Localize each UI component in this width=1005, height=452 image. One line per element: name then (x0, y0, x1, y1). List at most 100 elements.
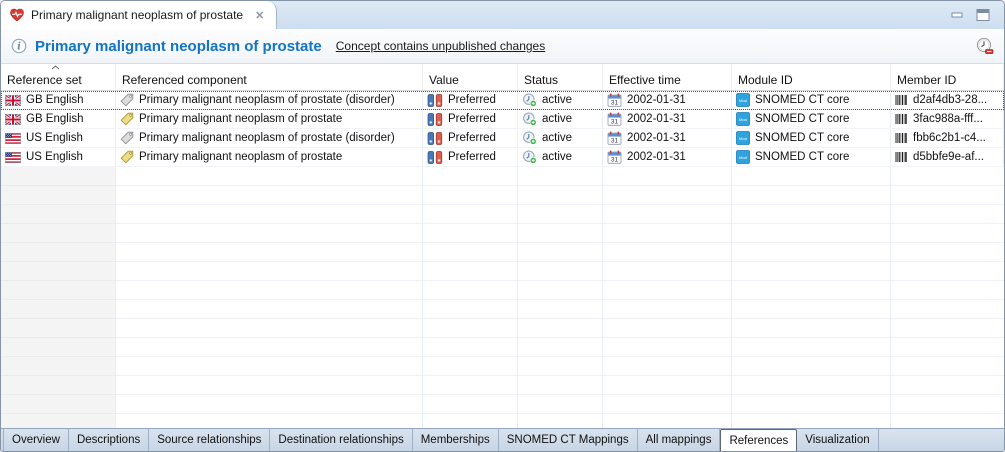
cell-member-id: 3fac988a-fff... (891, 110, 1004, 128)
svg-text:Mod: Mod (739, 117, 747, 122)
table-row[interactable]: GB English Primary malignant neoplasm of … (1, 91, 1004, 110)
column-header-member-id[interactable]: Member ID (891, 64, 1004, 90)
barcode-icon (895, 94, 908, 106)
column-header-label: Member ID (897, 73, 956, 87)
tab-destination-relationships[interactable]: Destination relationships (270, 429, 412, 451)
table-row[interactable]: US EnglishPrimary malignant neoplasm of … (1, 129, 1004, 148)
gb-flag-icon (5, 95, 21, 106)
svg-text:31: 31 (611, 100, 619, 107)
info-icon: i (11, 38, 27, 54)
cell-reference-set-text: GB English (26, 94, 84, 106)
cell-status: active (518, 91, 603, 109)
cell-effective-time-text: 2002-01-31 (627, 94, 686, 106)
barcode-icon (895, 113, 908, 125)
column-header-reference-set[interactable]: Reference set (1, 64, 116, 90)
cell-status-text: active (542, 132, 572, 144)
column-header-module-id[interactable]: Module ID (732, 64, 891, 90)
unpublished-changes-link[interactable]: Concept contains unpublished changes (336, 39, 545, 53)
column-header-label: Module ID (738, 73, 793, 87)
column-header-label: Effective time (609, 73, 681, 87)
editor-tab-strip: Primary malignant neoplasm of prostate ✕ (1, 1, 1004, 29)
cell-reference-set: US English (1, 148, 116, 166)
cell-value: Preferred (423, 148, 518, 166)
tab-visualization[interactable]: Visualization (797, 429, 878, 451)
cell-status-text: active (542, 94, 572, 106)
column-separator (422, 167, 423, 428)
calendar-icon: 31 (607, 150, 622, 164)
column-separator (115, 167, 116, 428)
cell-member-id: fbb6c2b1-c4... (891, 129, 1004, 147)
cell-referenced-component-text: Primary malignant neoplasm of prostate (139, 151, 342, 163)
grid-body: GB EnglishPrimary malignant neoplasm of … (1, 91, 1004, 167)
grid-empty-area (1, 167, 1004, 428)
heart-pulse-icon (9, 8, 25, 22)
cell-referenced-component-text: Primary malignant neoplasm of prostate (… (139, 132, 395, 144)
module-icon: Mod (736, 150, 750, 164)
cell-effective-time: 31 2002-01-31 (603, 148, 732, 166)
cell-module-id-text: SNOMED CT core (755, 94, 849, 106)
cell-value-text: Preferred (448, 113, 496, 125)
minimize-icon[interactable] (948, 8, 966, 22)
module-icon: Mod (736, 93, 750, 107)
cell-value: Preferred (423, 129, 518, 147)
close-icon[interactable]: ✕ (255, 9, 264, 22)
column-separator (602, 167, 603, 428)
table-row[interactable]: GB EnglishPrimary malignant neoplasm of … (1, 110, 1004, 129)
us-flag-icon (5, 152, 21, 163)
cell-status: active (518, 110, 603, 128)
cell-member-id-text: d2af4db3-28... (913, 94, 987, 106)
gb-flag-icon (5, 114, 21, 125)
cell-module-id-text: SNOMED CT core (755, 151, 849, 163)
maximize-icon[interactable] (974, 8, 992, 22)
us-flag-icon (5, 133, 21, 144)
column-header-referenced-component[interactable]: Referenced component (116, 64, 423, 90)
editor-page-tabs: OverviewDescriptionsSource relationships… (1, 428, 1004, 451)
column-separator (731, 167, 732, 428)
cell-value-text: Preferred (448, 151, 496, 163)
tab-memberships[interactable]: Memberships (413, 429, 499, 451)
cell-member-id: d5bbfe9e-af... (891, 148, 1004, 166)
grid-header-row: Reference set Referenced component ValueSt… (1, 64, 1004, 91)
column-header-label: Referenced component (122, 73, 247, 87)
tab-overview[interactable]: Overview (3, 429, 69, 451)
cell-referenced-component: Primary malignant neoplasm of prostate (116, 110, 423, 128)
cell-reference-set: GB English (1, 110, 116, 128)
history-clock-icon[interactable] (975, 37, 994, 55)
tab-snomed-ct-mappings[interactable]: SNOMED CT Mappings (499, 429, 638, 451)
column-header-status[interactable]: Status (518, 64, 603, 90)
cell-status: active (518, 129, 603, 147)
cell-member-id-text: fbb6c2b1-c4... (913, 132, 986, 144)
acceptability-pins-icon (427, 151, 443, 164)
description-tag-icon (120, 150, 134, 164)
cell-effective-time: 312002-01-31 (603, 129, 732, 147)
tab-source-relationships[interactable]: Source relationships (149, 429, 270, 451)
cell-reference-set-text: US English (26, 151, 83, 163)
tab-references[interactable]: References (720, 429, 797, 451)
cell-status: active (518, 148, 603, 166)
cell-effective-time-text: 2002-01-31 (627, 151, 686, 163)
svg-text:31: 31 (611, 138, 619, 145)
column-header-label: Reference set (7, 73, 82, 87)
svg-text:31: 31 (611, 157, 619, 164)
concept-header: i Primary malignant neoplasm of prostate… (1, 29, 1004, 64)
cell-value-text: Preferred (448, 94, 496, 106)
column-separator (890, 167, 891, 428)
table-row[interactable]: US English Primary malignant neoplasm of … (1, 148, 1004, 167)
acceptability-pins-icon (427, 132, 443, 145)
cell-module-id-text: SNOMED CT core (755, 113, 849, 125)
acceptability-pins-icon (427, 94, 443, 107)
cell-status-text: active (542, 113, 572, 125)
column-header-value[interactable]: Value (423, 64, 518, 90)
column-header-effective-time[interactable]: Effective time (603, 64, 732, 90)
svg-text:i: i (17, 42, 21, 53)
cell-member-id-text: d5bbfe9e-af... (913, 151, 984, 163)
cell-value-text: Preferred (448, 132, 496, 144)
cell-member-id: d2af4db3-28... (891, 91, 1004, 109)
editor-tab-concept[interactable]: Primary malignant neoplasm of prostate ✕ (1, 1, 277, 29)
barcode-icon (895, 151, 908, 163)
description-tag-icon (120, 112, 134, 126)
tab-descriptions[interactable]: Descriptions (69, 429, 149, 451)
active-status-icon (522, 150, 537, 164)
cell-referenced-component: Primary malignant neoplasm of prostate (… (116, 91, 423, 109)
tab-all-mappings[interactable]: All mappings (638, 429, 721, 451)
